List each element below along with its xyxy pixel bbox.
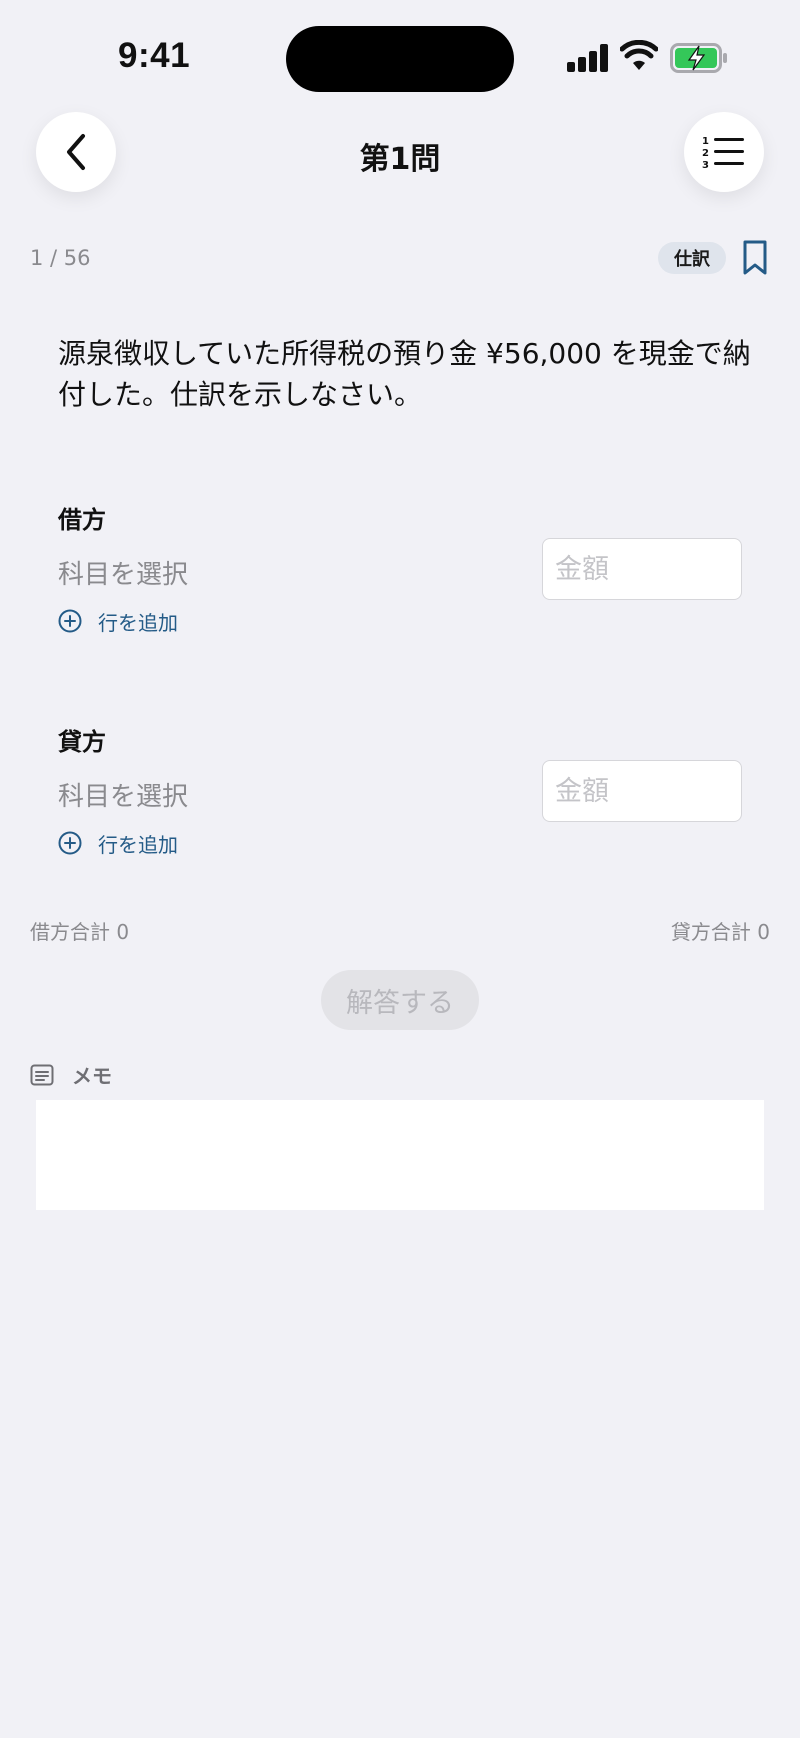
credit-amount-input[interactable]: [542, 760, 742, 822]
credit-total: 貸方合計 0: [670, 920, 770, 944]
add-row-label: 行を追加: [98, 832, 178, 857]
debit-account-select[interactable]: 科目を選択: [58, 554, 188, 591]
memo-label: メモ: [72, 1064, 112, 1088]
debit-total: 借方合計 0: [30, 920, 130, 944]
submit-answer-button[interactable]: 解答する: [321, 970, 479, 1030]
svg-text:2: 2: [702, 148, 709, 159]
bookmark-icon[interactable]: [742, 240, 768, 276]
dynamic-island: [286, 26, 514, 92]
status-time: 9:41: [118, 36, 191, 75]
svg-text:3: 3: [702, 160, 709, 170]
credit-add-row-button[interactable]: 行を追加: [58, 830, 178, 857]
question-text: 源泉徴収していた所得税の預り金 ¥56,000 を現金で納付した。仕訳を示しなさ…: [58, 337, 751, 411]
page-title: 第1問: [359, 142, 441, 177]
debit-amount-input[interactable]: [542, 538, 742, 600]
question-progress: 1 / 56: [30, 246, 91, 270]
credit-account-select[interactable]: 科目を選択: [58, 776, 188, 813]
memo-header: メモ: [30, 1060, 112, 1089]
debit-label: 借方: [58, 506, 106, 534]
numbered-list-icon: 1 2 3: [702, 136, 744, 170]
battery-charging-icon: [670, 43, 727, 73]
wifi-icon: [620, 40, 658, 70]
category-tag: 仕訳: [658, 242, 726, 274]
debit-add-row-button[interactable]: 行を追加: [58, 608, 178, 635]
credit-label: 貸方: [58, 728, 106, 756]
plus-circle-icon: [58, 609, 82, 633]
memo-textarea[interactable]: [36, 1100, 764, 1210]
cellular-signal-icon: [567, 44, 609, 72]
svg-text:1: 1: [702, 136, 709, 147]
question-list-button[interactable]: 1 2 3: [684, 112, 764, 192]
note-icon: [30, 1064, 54, 1085]
add-row-label: 行を追加: [98, 610, 178, 635]
plus-circle-icon: [58, 831, 82, 855]
quiz-screen: 9:41 第1問 1 2 3 1 / 56 仕訳 源泉徴収していた所得税の預り金…: [0, 0, 800, 1738]
